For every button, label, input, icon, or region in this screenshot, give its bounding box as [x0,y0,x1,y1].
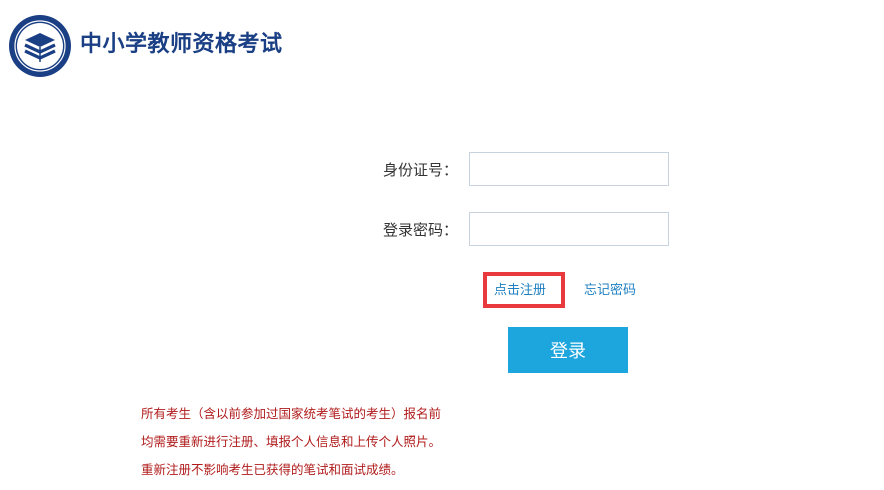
teacher-qualification-seal-logo-icon [9,15,71,77]
register-link[interactable]: 点击注册 [494,282,546,300]
password-label: 登录密码： [383,221,459,239]
notice-line: 重新注册不影响考生已获得的笔试和面试成绩。 [141,462,404,477]
notice-line: 所有考生（含以前参加过国家统考笔试的考生）报名前 [141,406,442,421]
id-number-label: 身份证号： [383,161,459,179]
id-number-input[interactable] [469,152,669,186]
forgot-password-link[interactable]: 忘记密码 [584,282,636,300]
site-title: 中小学教师资格考试 [80,32,283,57]
password-input[interactable] [469,212,669,246]
login-button[interactable]: 登录 [508,327,628,373]
notice-line: 均需要重新进行注册、填报个人信息和上传个人照片。 [141,434,442,449]
page-header: 中小学教师资格考试 [0,0,884,90]
